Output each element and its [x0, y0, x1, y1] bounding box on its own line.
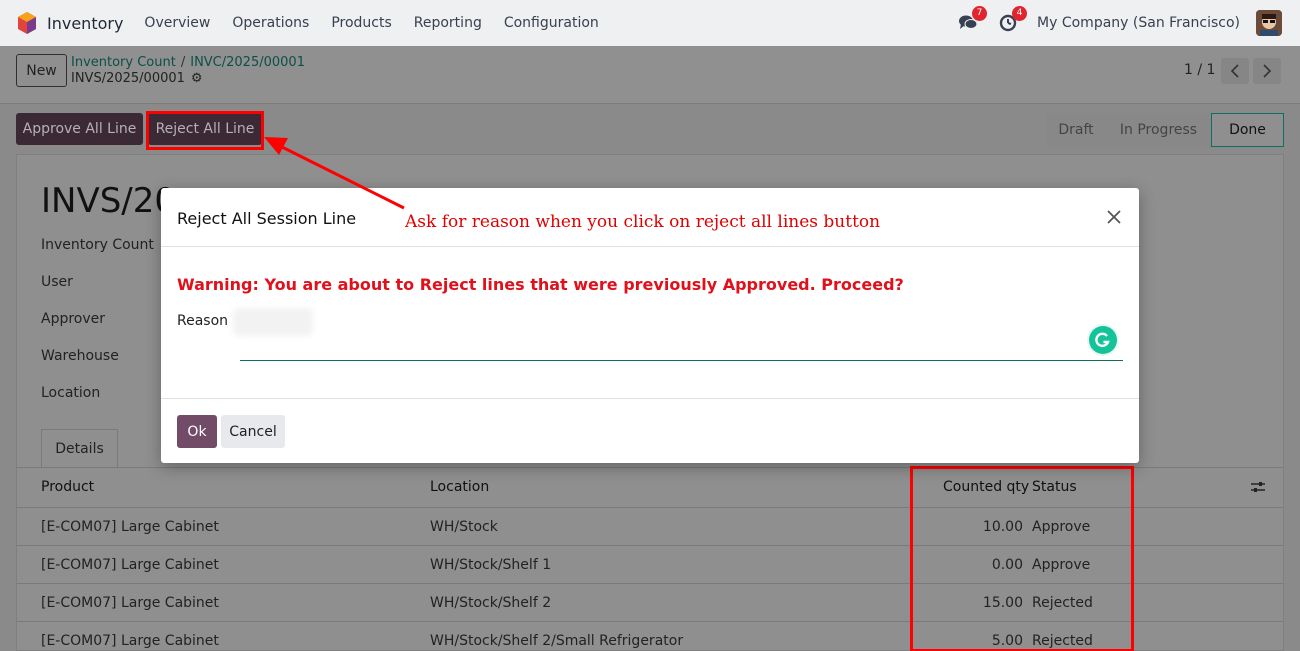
menu-products[interactable]: Products	[331, 15, 391, 31]
activities-button[interactable]: 4	[997, 6, 1028, 34]
grammarly-icon[interactable]	[1089, 326, 1117, 354]
avatar-icon	[1256, 10, 1282, 36]
pager-next-button[interactable]	[1253, 58, 1281, 84]
field-label-approver: Approver	[41, 311, 106, 327]
menu-operations[interactable]: Operations	[232, 15, 309, 31]
breadcrumb-separator: /	[180, 55, 186, 70]
stage-draft[interactable]: Draft	[1046, 113, 1106, 147]
field-label-inventory-count: Inventory Count	[41, 237, 154, 253]
cell-location: WH/Stock/Shelf 2/Small Refrigerator	[430, 633, 684, 649]
top-navbar: Inventory Overview Operations Products R…	[0, 0, 1300, 46]
reason-label: Reason	[177, 313, 229, 329]
pager-previous-button[interactable]	[1221, 58, 1249, 84]
activities-count-badge: 4	[1012, 6, 1028, 21]
field-label-user: User	[41, 274, 73, 290]
cell-location: WH/Stock/Shelf 2	[430, 595, 552, 611]
highlight-box-qty-status	[910, 466, 1134, 651]
column-header-location[interactable]: Location	[430, 479, 489, 495]
record-title: INVS/20	[41, 181, 177, 221]
tab-details[interactable]: Details	[41, 429, 118, 467]
cell-product: [E-COM07] Large Cabinet	[41, 595, 219, 611]
breadcrumb-invc[interactable]: INVC/2025/00001	[190, 55, 305, 70]
company-switcher[interactable]: My Company (San Francisco)	[1037, 15, 1240, 31]
breadcrumb-inventory-count[interactable]: Inventory Count	[71, 55, 176, 70]
menu-reporting[interactable]: Reporting	[414, 15, 482, 31]
highlight-box-reject-button	[146, 111, 264, 150]
control-panel: New Inventory Count / INVC/2025/00001 INVS…	[0, 46, 1300, 104]
breadcrumb: Inventory Count / INVC/2025/00001	[71, 55, 305, 70]
close-icon[interactable]	[1103, 206, 1125, 228]
approve-all-line-button[interactable]: Approve All Line	[16, 113, 143, 145]
new-button[interactable]: New	[16, 54, 67, 87]
chevron-right-icon	[1263, 64, 1272, 78]
dialog-footer: Ok Cancel	[161, 398, 1139, 463]
chevron-left-icon	[1230, 64, 1239, 78]
pager-value[interactable]: 1 / 1	[1184, 62, 1215, 78]
reason-input[interactable]	[240, 316, 1123, 361]
app-name[interactable]: Inventory	[47, 14, 123, 33]
user-avatar[interactable]	[1256, 10, 1282, 36]
cell-location: WH/Stock	[430, 519, 498, 535]
record-name: INVS/2025/00001 ⚙	[71, 71, 203, 86]
cell-product: [E-COM07] Large Cabinet	[41, 519, 219, 535]
menu-configuration[interactable]: Configuration	[504, 15, 599, 31]
cell-location: WH/Stock/Shelf 1	[430, 557, 552, 573]
gear-icon[interactable]: ⚙	[191, 71, 203, 86]
annotation-text: Ask for reason when you click on reject …	[405, 212, 881, 232]
cell-product: [E-COM07] Large Cabinet	[41, 633, 219, 649]
messages-count-badge: 7	[972, 6, 988, 21]
systray: 7 4 My Company (San Francisco)	[957, 0, 1282, 46]
dialog-title: Reject All Session Line	[177, 209, 357, 228]
column-settings-icon[interactable]	[1250, 480, 1266, 498]
record-name-text: INVS/2025/00001	[71, 71, 185, 86]
stage-done[interactable]: Done	[1211, 113, 1284, 147]
cancel-button[interactable]: Cancel	[221, 415, 285, 448]
column-header-product[interactable]: Product	[41, 479, 94, 495]
menu-overview[interactable]: Overview	[144, 15, 210, 31]
cell-product: [E-COM07] Large Cabinet	[41, 557, 219, 573]
warning-message: Warning: You are about to Reject lines t…	[177, 275, 904, 294]
inventory-app-icon[interactable]	[18, 12, 36, 34]
messages-button[interactable]: 7	[957, 6, 988, 34]
field-label-location: Location	[41, 385, 101, 401]
stage-in-progress[interactable]: In Progress	[1106, 113, 1211, 147]
field-label-warehouse: Warehouse	[41, 348, 119, 364]
ok-button[interactable]: Ok	[177, 415, 217, 448]
